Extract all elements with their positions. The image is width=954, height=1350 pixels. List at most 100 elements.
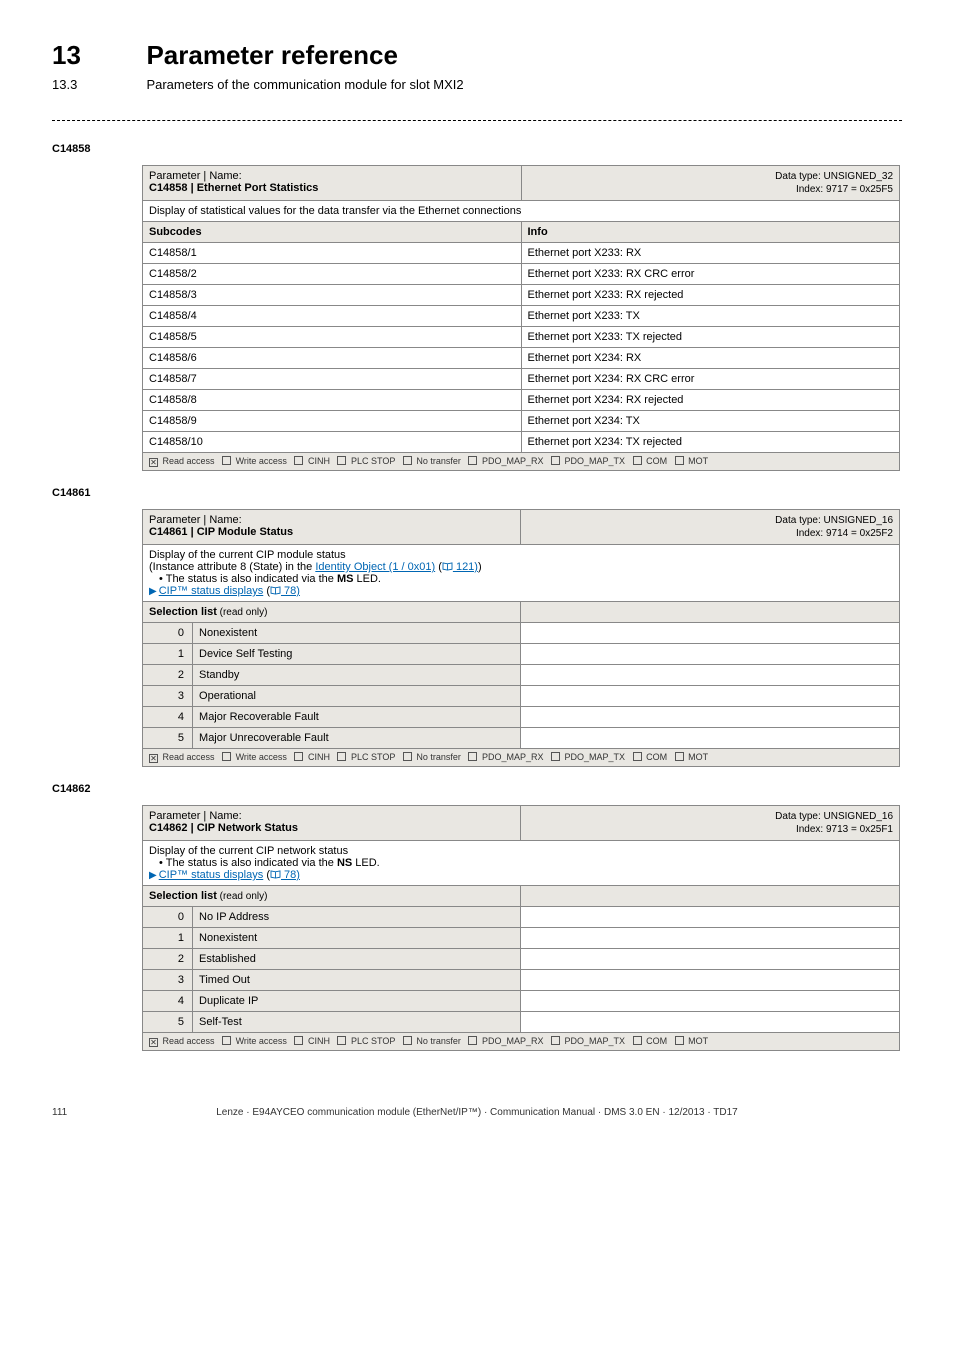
desc-text: The status is also indicated via the bbox=[166, 573, 337, 585]
selection-label: Major Unrecoverable Fault bbox=[193, 728, 521, 749]
subcode-rows: C14858/1 Ethernet port X233: RX C14858/2… bbox=[143, 243, 900, 453]
table-row: 0 No IP Address bbox=[143, 907, 900, 928]
sel-hdr-sub: (read only) bbox=[217, 607, 268, 618]
selection-label: Established bbox=[193, 949, 521, 970]
access-com: COM bbox=[646, 456, 667, 466]
param-header-prefix: Parameter | Name: bbox=[149, 170, 242, 182]
param-data-type: Data type: UNSIGNED_16 bbox=[775, 515, 893, 526]
checkbox-icon bbox=[149, 1038, 158, 1047]
arrow-icon: ▶ bbox=[149, 870, 157, 881]
page-number: 111 bbox=[52, 1107, 67, 1118]
selection-list-header: Selection list (read only) bbox=[143, 886, 521, 907]
desc-text: ) bbox=[478, 561, 482, 573]
table-row: C14858/2 Ethernet port X233: RX CRC erro… bbox=[143, 264, 900, 285]
checkbox-icon bbox=[294, 1036, 303, 1045]
section-title: Parameters of the communication module f… bbox=[146, 77, 463, 92]
param-code-heading: C14858 bbox=[52, 143, 902, 155]
access-read: Read access bbox=[163, 456, 215, 466]
selection-number: 0 bbox=[143, 623, 193, 644]
sel-hdr-text: Selection list bbox=[149, 890, 217, 902]
empty-cell bbox=[521, 665, 900, 686]
access-write: Write access bbox=[236, 1036, 287, 1046]
checkbox-icon bbox=[551, 752, 560, 761]
param-table-c14861: Parameter | Name: C14861 | CIP Module St… bbox=[142, 509, 900, 767]
checkbox-icon bbox=[403, 752, 412, 761]
access-cinh: CINH bbox=[308, 752, 330, 762]
book-icon bbox=[442, 562, 453, 571]
arrow-icon: ▶ bbox=[149, 586, 157, 597]
identity-object-link[interactable]: Identity Object (1 / 0x01) bbox=[315, 561, 435, 573]
cip-status-link[interactable]: CIP™ status displays bbox=[159, 869, 264, 881]
selection-label: No IP Address bbox=[193, 907, 521, 928]
desc-text: Display of the current CIP module status bbox=[149, 549, 346, 561]
checkbox-icon bbox=[468, 752, 477, 761]
desc-text: Display of the current CIP network statu… bbox=[149, 845, 348, 857]
checkbox-icon bbox=[551, 456, 560, 465]
checkbox-icon bbox=[403, 1036, 412, 1045]
access-write: Write access bbox=[236, 456, 287, 466]
access-read: Read access bbox=[163, 1036, 215, 1046]
desc-text: • The status is also indicated via the M… bbox=[149, 573, 381, 585]
info-cell: Ethernet port X234: RX CRC error bbox=[521, 369, 900, 390]
empty-cell bbox=[521, 970, 900, 991]
access-mot: MOT bbox=[688, 752, 708, 762]
section-header: 13.3 Parameters of the communication mod… bbox=[52, 71, 902, 94]
param-description: Display of statistical values for the da… bbox=[143, 201, 900, 222]
page-ref-link[interactable]: 78) bbox=[281, 869, 300, 881]
info-cell: Ethernet port X233: RX rejected bbox=[521, 285, 900, 306]
checkbox-icon bbox=[337, 1036, 346, 1045]
access-mot: MOT bbox=[688, 456, 708, 466]
desc-text: (Instance attribute 8 (State) in the bbox=[149, 561, 315, 573]
selection-number: 4 bbox=[143, 707, 193, 728]
empty-cell bbox=[521, 602, 900, 623]
access-plcstop: PLC STOP bbox=[351, 752, 395, 762]
subcode-cell: C14858/7 bbox=[143, 369, 522, 390]
checkbox-icon bbox=[403, 456, 412, 465]
desc-text: • The status is also indicated via the N… bbox=[149, 857, 380, 869]
access-mot: MOT bbox=[688, 1036, 708, 1046]
checkbox-icon bbox=[675, 1036, 684, 1045]
selection-number: 2 bbox=[143, 949, 193, 970]
subcode-cell: C14858/3 bbox=[143, 285, 522, 306]
access-read: Read access bbox=[163, 752, 215, 762]
col-header-info: Info bbox=[521, 222, 900, 243]
checkbox-icon bbox=[633, 752, 642, 761]
access-com: COM bbox=[646, 752, 667, 762]
info-cell: Ethernet port X233: RX CRC error bbox=[521, 264, 900, 285]
table-row: C14858/9 Ethernet port X234: TX bbox=[143, 411, 900, 432]
empty-cell bbox=[521, 707, 900, 728]
param-code-heading: C14861 bbox=[52, 487, 902, 499]
table-row: 5 Major Unrecoverable Fault bbox=[143, 728, 900, 749]
checkbox-icon bbox=[337, 456, 346, 465]
selection-rows: 0 No IP Address 1 Nonexistent 2 Establis… bbox=[143, 907, 900, 1033]
chapter-number: 13 bbox=[52, 40, 142, 71]
subcode-cell: C14858/2 bbox=[143, 264, 522, 285]
table-row: 3 Operational bbox=[143, 686, 900, 707]
checkbox-icon bbox=[551, 1036, 560, 1045]
selection-number: 3 bbox=[143, 686, 193, 707]
selection-number: 3 bbox=[143, 970, 193, 991]
param-index: Index: 9713 = 0x25F1 bbox=[796, 824, 893, 835]
chapter-title: Parameter reference bbox=[146, 40, 398, 71]
section-number: 13.3 bbox=[52, 77, 142, 92]
empty-cell bbox=[521, 728, 900, 749]
selection-number: 5 bbox=[143, 1012, 193, 1033]
table-row: C14858/8 Ethernet port X234: RX rejected bbox=[143, 390, 900, 411]
info-cell: Ethernet port X233: TX rejected bbox=[521, 327, 900, 348]
page-ref-link[interactable]: 121) bbox=[453, 561, 478, 573]
param-header-prefix: Parameter | Name: bbox=[149, 514, 242, 526]
access-pdo-tx: PDO_MAP_TX bbox=[565, 1036, 626, 1046]
table-row: 5 Self-Test bbox=[143, 1012, 900, 1033]
info-cell: Ethernet port X234: RX rejected bbox=[521, 390, 900, 411]
checkbox-icon bbox=[294, 752, 303, 761]
book-icon bbox=[270, 586, 281, 595]
access-plcstop: PLC STOP bbox=[351, 456, 395, 466]
checkbox-icon bbox=[633, 1036, 642, 1045]
table-row: C14858/7 Ethernet port X234: RX CRC erro… bbox=[143, 369, 900, 390]
table-row: C14858/3 Ethernet port X233: RX rejected bbox=[143, 285, 900, 306]
cip-status-link[interactable]: CIP™ status displays bbox=[159, 585, 264, 597]
footer-text: Lenze · E94AYCEO communication module (E… bbox=[52, 1107, 902, 1118]
page-ref-link[interactable]: 78) bbox=[281, 585, 300, 597]
param-code-heading: C14862 bbox=[52, 783, 902, 795]
checkbox-icon bbox=[149, 754, 158, 763]
